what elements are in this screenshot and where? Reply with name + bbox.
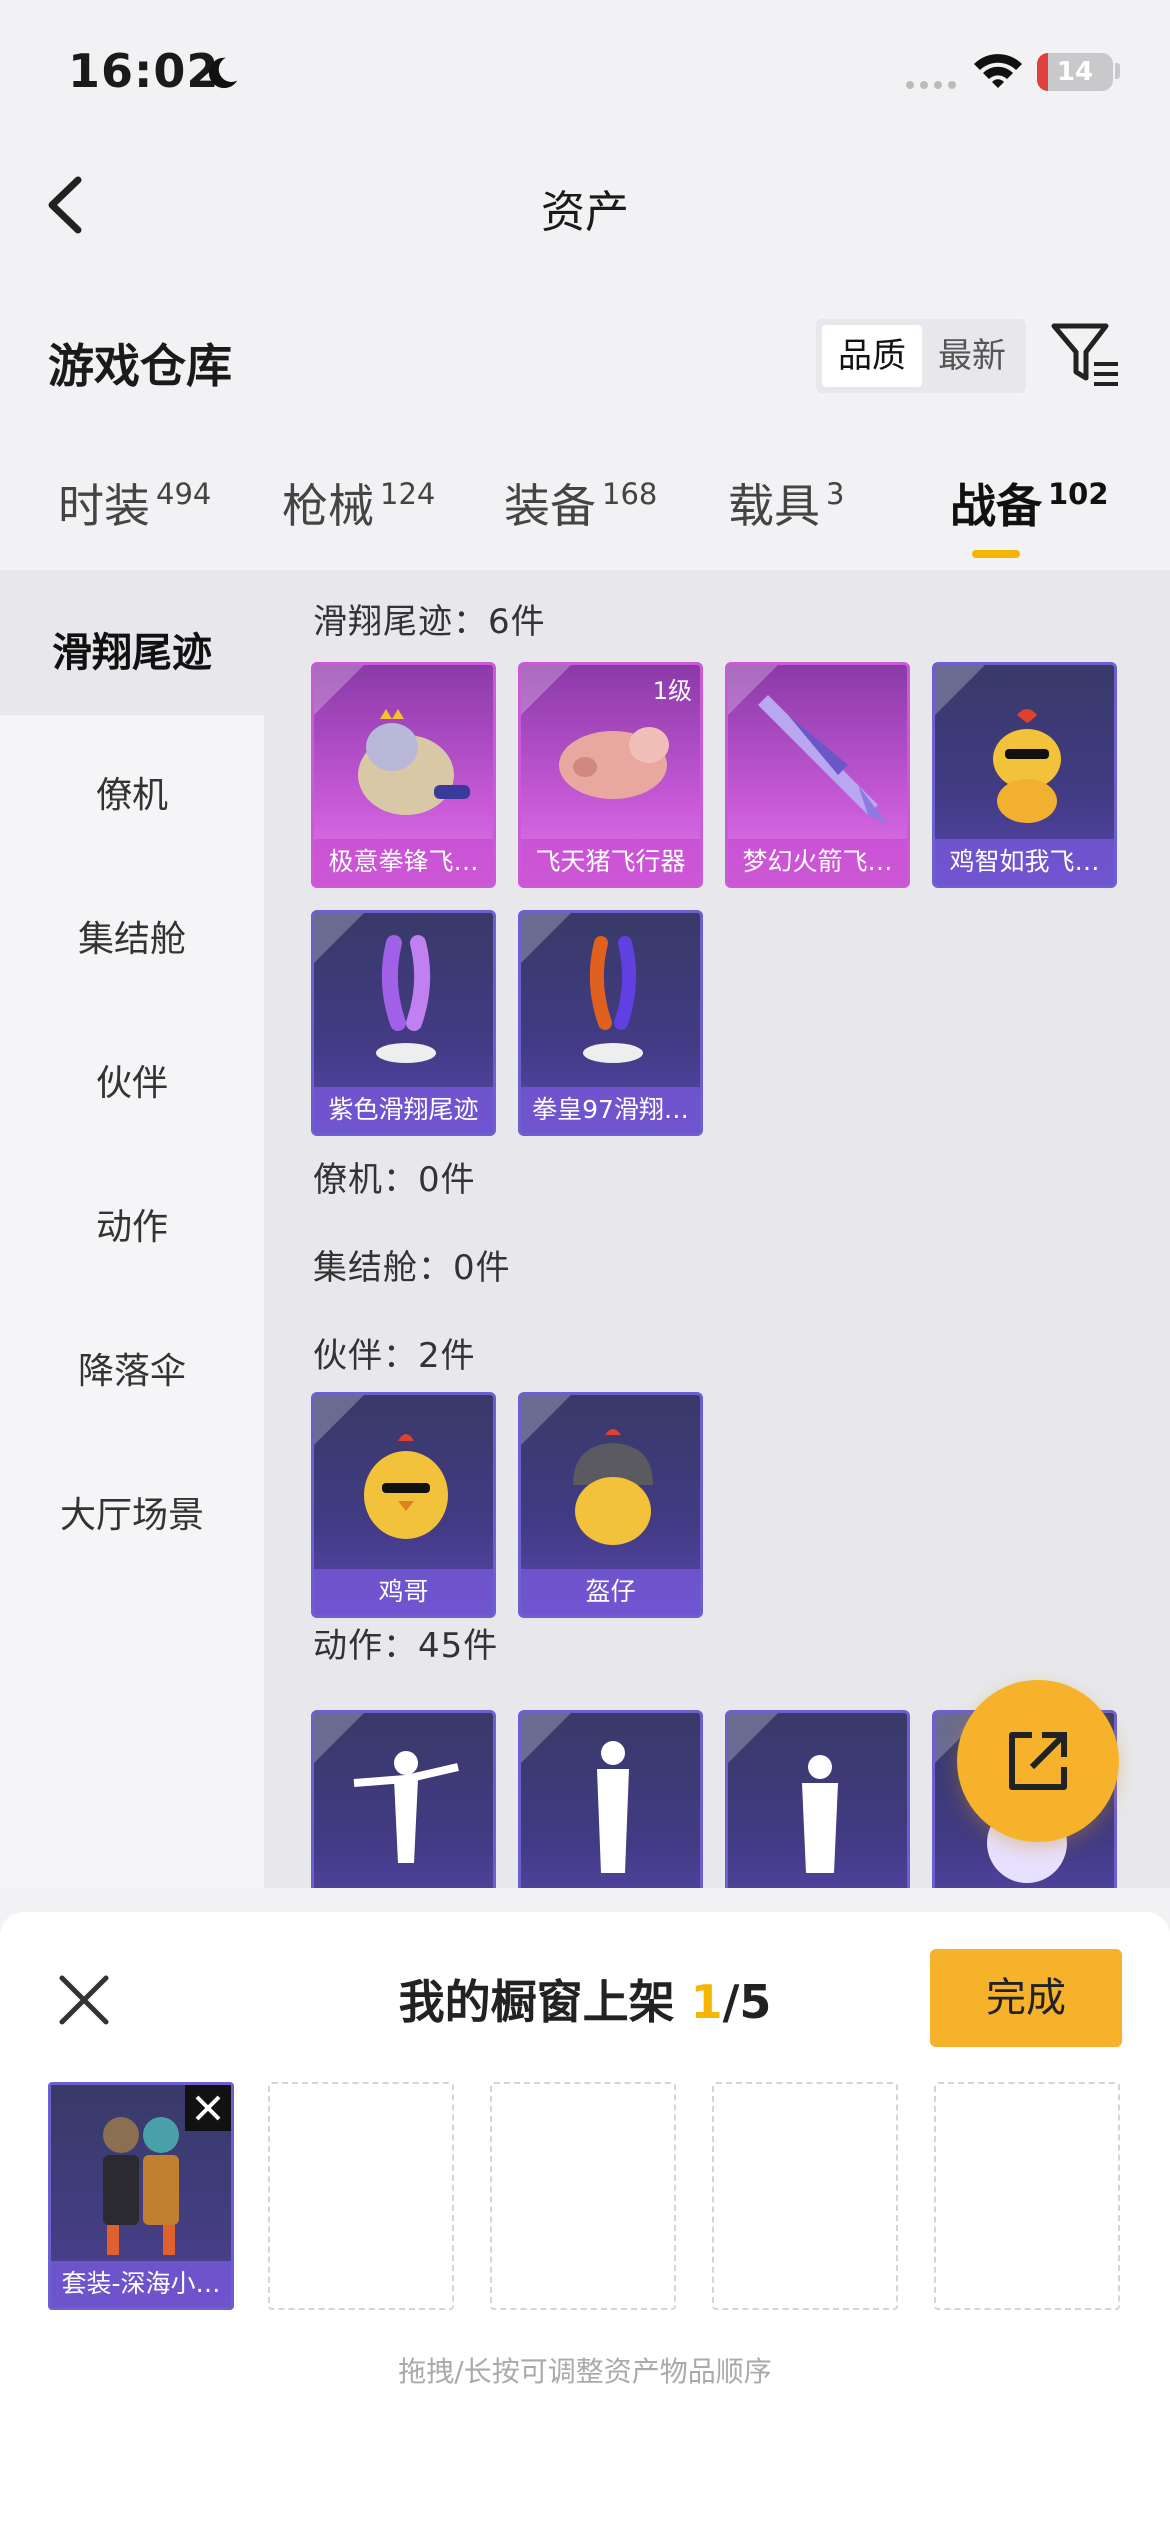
item-card[interactable]: 鸡智如我飞… xyxy=(932,662,1117,888)
filter-icon[interactable] xyxy=(1050,320,1122,392)
tab-label: 枪械 xyxy=(282,479,374,533)
item-card[interactable]: 极意拳锋飞… xyxy=(311,662,496,888)
tab-count: 102 xyxy=(1048,477,1109,511)
item-card[interactable]: 拳皇97滑翔… xyxy=(518,910,703,1136)
showcase-empty-slot[interactable] xyxy=(268,2082,454,2310)
item-thumbnail xyxy=(802,1755,838,1873)
tab-count: 3 xyxy=(826,477,845,511)
tab-weapons[interactable]: 枪械 124 xyxy=(282,470,435,536)
battery-icon: 14 xyxy=(1037,53,1113,91)
sidebar-item-wingman[interactable]: 僚机 xyxy=(0,766,264,818)
wifi-icon xyxy=(974,54,1022,88)
warehouse-header: 游戏仓库 品质 最新 xyxy=(0,300,1170,410)
showcase-empty-slot[interactable] xyxy=(934,2082,1120,2310)
showcase-slot[interactable]: 套装-深海小… xyxy=(48,2082,234,2310)
nav-bar: 资产 xyxy=(0,150,1170,260)
item-thumbnail xyxy=(758,695,888,825)
battery-cap xyxy=(1115,63,1120,79)
sort-toggle: 品质 最新 xyxy=(816,319,1026,393)
showcase-sheet: 我的橱窗上架 1/5 完成 套装-深海小… 拖拽/长按可调整资产物品顺序 xyxy=(0,1912,1170,2532)
share-button[interactable] xyxy=(957,1680,1119,1842)
item-name: 盔仔 xyxy=(521,1569,700,1615)
item-name: 飞天猪飞行器 xyxy=(521,839,700,885)
item-name: 拳皇97滑翔… xyxy=(521,1087,700,1133)
item-thumbnail xyxy=(597,1741,629,1873)
tab-vehicles[interactable]: 载具 3 xyxy=(728,470,844,536)
showcase-empty-slot[interactable] xyxy=(490,2082,676,2310)
signal-dots-icon xyxy=(906,81,956,89)
status-time: 16:02 xyxy=(68,44,220,98)
item-thumbnail xyxy=(559,727,669,799)
item-name: 极意拳锋飞… xyxy=(314,839,493,885)
item-card[interactable]: 1级 飞天猪飞行器 xyxy=(518,662,703,888)
tab-label: 载具 xyxy=(728,479,820,533)
sidebar-item-parachute[interactable]: 降落伞 xyxy=(0,1342,264,1394)
item-card[interactable]: 紫色滑翔尾迹 xyxy=(311,910,496,1136)
reorder-hint: 拖拽/长按可调整资产物品顺序 xyxy=(398,2355,772,2388)
group-heading-wingman: 僚机：0件 xyxy=(313,1160,476,1200)
sort-quality-button[interactable]: 品质 xyxy=(822,325,922,387)
sidebar-item-glide-trail[interactable]: 滑翔尾迹 xyxy=(0,620,264,678)
group-heading-emote: 动作：45件 xyxy=(313,1626,499,1666)
item-card[interactable] xyxy=(311,1710,496,1888)
status-bar: 16:02 14 xyxy=(0,0,1170,140)
item-thumbnail xyxy=(376,935,436,1063)
showcase-count: 1 xyxy=(690,1975,723,2029)
tab-count: 124 xyxy=(380,477,436,511)
item-thumbnail xyxy=(573,1429,653,1545)
item-name: 鸡哥 xyxy=(314,1569,493,1615)
sidebar-item-emote[interactable]: 动作 xyxy=(0,1198,264,1250)
item-card[interactable]: 梦幻火箭飞… xyxy=(725,662,910,888)
tab-label: 时装 xyxy=(58,479,150,533)
item-name: 套装-深海小… xyxy=(51,2261,231,2307)
item-thumbnail xyxy=(353,1751,459,1863)
group-heading-rally-pod: 集结舱：0件 xyxy=(313,1248,511,1288)
sidebar: 滑翔尾迹 僚机 集结舱 伙伴 动作 降落伞 大厅场景 xyxy=(0,570,264,1888)
item-thumbnail xyxy=(364,1434,448,1539)
tab-label: 装备 xyxy=(504,479,596,533)
battery-text: 14 xyxy=(1056,57,1094,87)
group-heading-partner: 伙伴：2件 xyxy=(313,1336,476,1376)
done-button[interactable]: 完成 xyxy=(930,1949,1122,2047)
tab-count: 494 xyxy=(156,477,212,511)
tab-label: 战备 xyxy=(950,479,1042,533)
share-icon xyxy=(1009,1732,1067,1790)
item-card[interactable]: 盔仔 xyxy=(518,1392,703,1618)
page-title: 资产 xyxy=(541,187,629,238)
item-thumbnail xyxy=(358,709,470,815)
sort-latest-button[interactable]: 最新 xyxy=(922,325,1022,387)
item-thumbnail xyxy=(583,936,643,1063)
tab-fashion[interactable]: 时装 494 xyxy=(58,470,211,536)
tab-combat-gear[interactable]: 战备 102 xyxy=(950,470,1109,558)
sidebar-item-lobby-scene[interactable]: 大厅场景 xyxy=(0,1486,264,1538)
warehouse-title: 游戏仓库 xyxy=(48,339,232,393)
item-name: 紫色滑翔尾迹 xyxy=(314,1087,493,1133)
moon-icon xyxy=(208,57,238,89)
category-tabs: 时装 494 枪械 124 装备 168 载具 3 战备 102 xyxy=(0,460,1170,570)
content-area: 滑翔尾迹 僚机 集结舱 伙伴 动作 降落伞 大厅场景 滑翔尾迹：6件 极意拳锋飞… xyxy=(0,570,1170,1888)
close-icon xyxy=(195,2095,221,2121)
group-heading-glide: 滑翔尾迹：6件 xyxy=(313,602,546,642)
sidebar-item-partner[interactable]: 伙伴 xyxy=(0,1054,264,1106)
item-card[interactable] xyxy=(725,1710,910,1888)
tab-equipment[interactable]: 装备 168 xyxy=(504,470,657,536)
tab-count: 168 xyxy=(602,477,658,511)
showcase-empty-slot[interactable] xyxy=(712,2082,898,2310)
item-card[interactable] xyxy=(518,1710,703,1888)
item-name: 鸡智如我飞… xyxy=(935,839,1114,885)
item-name: 梦幻火箭飞… xyxy=(728,839,907,885)
tab-active-indicator xyxy=(972,550,1020,558)
item-thumbnail xyxy=(993,709,1061,823)
item-card[interactable]: 鸡哥 xyxy=(311,1392,496,1618)
sidebar-item-rally-pod[interactable]: 集结舱 xyxy=(0,910,264,962)
showcase-title-text: 我的橱窗上架 xyxy=(398,1975,691,2029)
remove-slot-button[interactable] xyxy=(185,2085,231,2131)
showcase-total: /5 xyxy=(722,1975,772,2029)
